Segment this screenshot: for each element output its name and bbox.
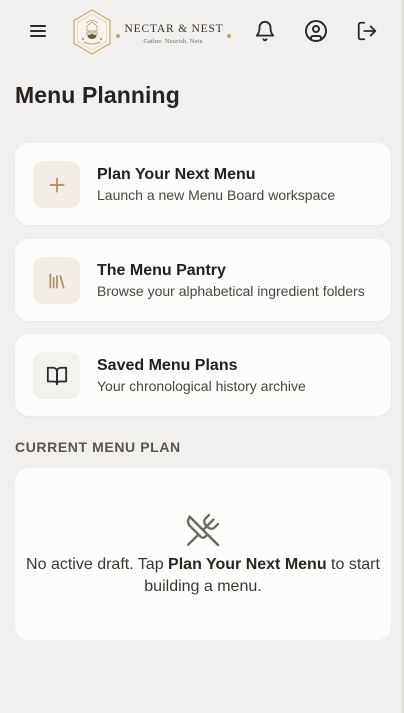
book-open-icon: [46, 366, 67, 385]
account-button[interactable]: [301, 16, 331, 46]
menu-button[interactable]: [24, 16, 54, 46]
empty-state-link[interactable]: Plan Your Next Menu: [168, 556, 327, 573]
brand-tagline: Gather. Nourish. Note.: [143, 39, 205, 45]
card-title: Plan Your Next Menu: [97, 166, 256, 183]
app-header: NECTAR & NEST Gather. Nourish. Note.: [0, 0, 404, 62]
brand-name: NECTAR & NEST: [124, 23, 224, 35]
plan-next-menu-card[interactable]: Plan Your Next Menu Launch a new Menu Bo…: [15, 143, 391, 225]
bell-icon: [255, 21, 275, 42]
current-menu-plan-heading: CURRENT MENU PLAN: [15, 439, 181, 455]
plan-icon-tile: [33, 161, 80, 208]
hexagon-emblem-icon: [73, 9, 111, 55]
empty-state-message: No active draft. Tap Plan Your Next Menu…: [23, 554, 383, 598]
saved-plans-icon-tile: [33, 352, 80, 399]
library-icon: [49, 273, 64, 288]
menu-pantry-card[interactable]: The Menu Pantry Browse your alphabetical…: [15, 239, 391, 321]
brand-separator-dot: [227, 34, 231, 38]
brand-logo[interactable]: NECTAR & NEST Gather. Nourish. Note.: [72, 9, 234, 55]
card-title: Saved Menu Plans: [97, 357, 238, 374]
brand-separator-dot: [116, 34, 120, 38]
card-subtitle: Browse your alphabetical ingredient fold…: [97, 283, 365, 299]
utensils-crossed-off-icon: [186, 513, 220, 547]
log-out-icon: [357, 21, 377, 41]
card-subtitle: Your chronological history archive: [97, 378, 306, 394]
current-plan-empty-state: No active draft. Tap Plan Your Next Menu…: [15, 468, 391, 640]
empty-state-prefix: No active draft. Tap: [26, 556, 169, 573]
saved-menu-plans-card[interactable]: Saved Menu Plans Your chronological hist…: [15, 334, 391, 416]
user-circle-icon: [305, 20, 327, 42]
page-title: Menu Planning: [15, 82, 180, 108]
plus-icon: [49, 177, 64, 192]
card-subtitle: Launch a new Menu Board workspace: [97, 187, 336, 203]
logout-button[interactable]: [352, 16, 382, 46]
notifications-button[interactable]: [250, 16, 280, 46]
hamburger-menu-icon: [30, 25, 46, 37]
pantry-icon-tile: [33, 257, 80, 304]
card-title: The Menu Pantry: [97, 262, 226, 279]
